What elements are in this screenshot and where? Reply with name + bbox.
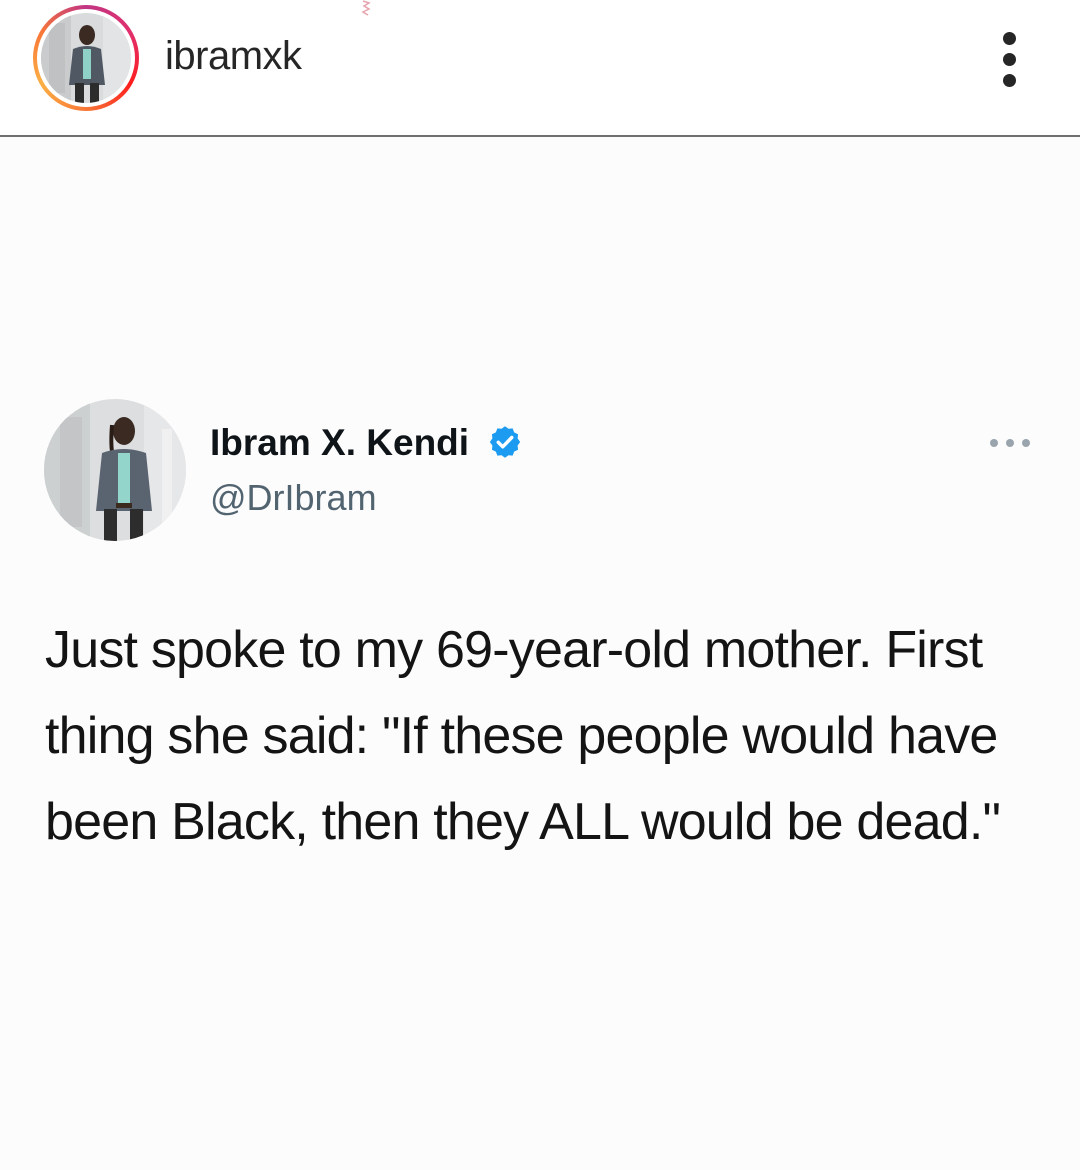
tweet-handle: @DrIbram — [210, 477, 377, 518]
tweet-body-text: Just spoke to my 69-year-old mother. Fir… — [45, 621, 1001, 851]
instagram-post-view: ibramxk Ibram X. Kendi @DrIbram Just spo… — [0, 0, 1080, 1170]
profile-avatar[interactable] — [41, 13, 131, 103]
tweet-author-avatar — [44, 399, 186, 541]
profile-photo-icon — [44, 399, 186, 541]
display-name-text: Ibram X. Kendi — [210, 422, 470, 463]
story-ring[interactable] — [33, 5, 139, 111]
profile-photo-icon — [41, 13, 131, 103]
verified-badge-icon — [490, 426, 521, 458]
more-horizontal-icon — [990, 439, 1032, 449]
tweet-image: Ibram X. Kendi @DrIbram Just spoke to my… — [0, 137, 1080, 1170]
tweet-display-name: Ibram X. Kendi — [210, 422, 523, 464]
more-vertical-icon[interactable] — [990, 32, 1030, 88]
post-header: ibramxk — [0, 0, 1080, 137]
artifact-mark — [361, 0, 371, 16]
profile-username[interactable]: ibramxk — [165, 34, 302, 79]
